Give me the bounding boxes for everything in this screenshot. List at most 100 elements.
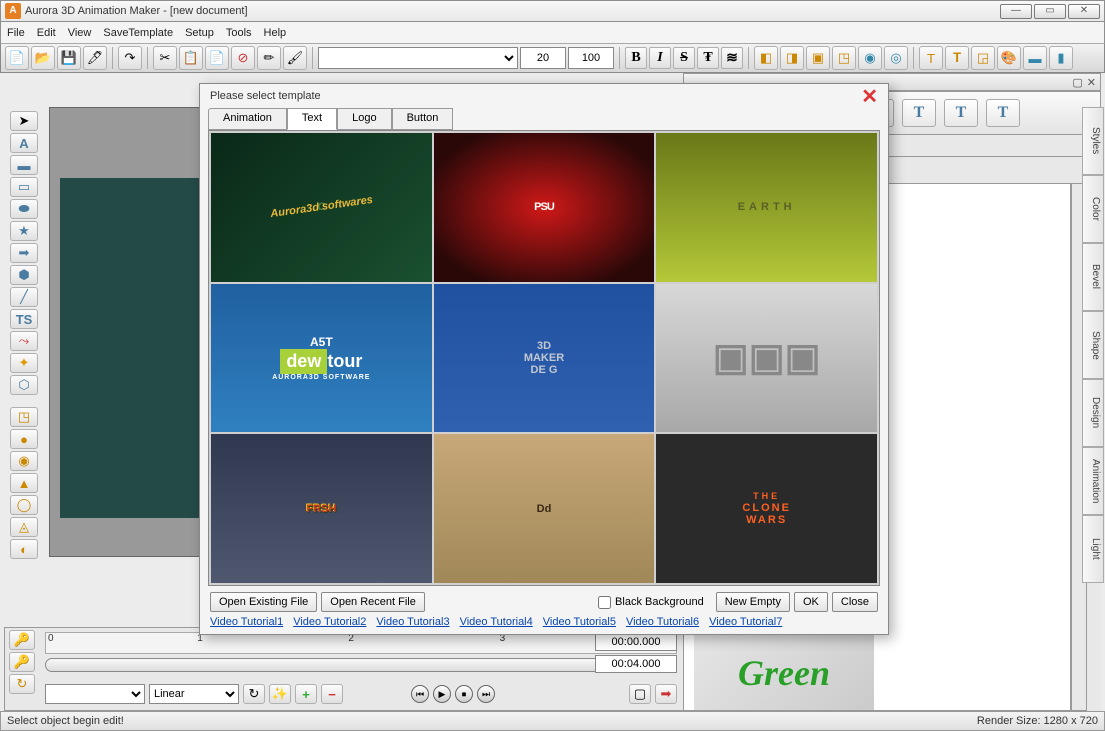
cone-prim-icon[interactable]: ▲ bbox=[10, 473, 38, 493]
bold-button[interactable]: B bbox=[625, 47, 647, 69]
minimize-button[interactable]: — bbox=[1000, 4, 1032, 19]
light-tool-icon[interactable]: ✦ bbox=[10, 353, 38, 373]
tab-logo[interactable]: Logo bbox=[337, 108, 391, 130]
play-icon[interactable]: ▶ bbox=[433, 685, 451, 703]
panel-close-icon[interactable]: ✕ bbox=[1087, 76, 1096, 88]
save-icon[interactable]: 💾 bbox=[57, 46, 81, 70]
box-icon[interactable]: ▮ bbox=[1049, 46, 1073, 70]
torus-prim-icon[interactable]: ◯ bbox=[10, 495, 38, 515]
open-existing-button[interactable]: Open Existing File bbox=[210, 592, 317, 612]
tube-prim-icon[interactable]: ◐ bbox=[10, 539, 38, 559]
cut-icon[interactable]: ✂ bbox=[153, 46, 177, 70]
style-preset-8[interactable]: T bbox=[986, 99, 1020, 127]
panel-float-icon[interactable]: ▢ bbox=[1072, 76, 1082, 88]
roundrect-tool-icon[interactable]: ▭ bbox=[10, 177, 38, 197]
menu-help[interactable]: Help bbox=[264, 27, 287, 39]
font-size-input[interactable]: 20 bbox=[520, 47, 566, 69]
cube-icon[interactable]: ◳ bbox=[832, 46, 856, 70]
timeline-add-icon[interactable]: 🔑 bbox=[9, 652, 35, 672]
menu-file[interactable]: File bbox=[7, 27, 25, 39]
tutorial-link-5[interactable]: Video Tutorial5 bbox=[543, 616, 616, 628]
time-duration[interactable]: 00:04.000 bbox=[595, 655, 677, 673]
template-7[interactable]: FRSH bbox=[211, 434, 432, 583]
side-tab-bevel[interactable]: Bevel bbox=[1082, 243, 1104, 311]
open-icon[interactable]: 📂 bbox=[31, 46, 55, 70]
cube3d-icon[interactable]: ◲ bbox=[971, 46, 995, 70]
goto-start-icon[interactable]: ⏮ bbox=[411, 685, 429, 703]
render-icon[interactable]: ➡ bbox=[655, 684, 677, 704]
saveas-icon[interactable]: 🖊 bbox=[83, 46, 107, 70]
line-tool-icon[interactable]: ╱ bbox=[10, 287, 38, 307]
tutorial-link-7[interactable]: Video Tutorial7 bbox=[709, 616, 782, 628]
tutorial-link-6[interactable]: Video Tutorial6 bbox=[626, 616, 699, 628]
timeline-key-icon[interactable]: 🔑 bbox=[9, 630, 35, 650]
spacing-input[interactable]: 100 bbox=[568, 47, 614, 69]
poly-tool-icon[interactable]: ⬢ bbox=[10, 265, 38, 285]
tutorial-link-3[interactable]: Video Tutorial3 bbox=[376, 616, 449, 628]
pyramid-prim-icon[interactable]: ◬ bbox=[10, 517, 38, 537]
tutorial-link-2[interactable]: Video Tutorial2 bbox=[293, 616, 366, 628]
export-icon[interactable]: ▢ bbox=[629, 684, 651, 704]
template-3[interactable]: EARTH bbox=[656, 133, 877, 282]
svg-tool-icon[interactable]: ⬡ bbox=[10, 375, 38, 395]
paste-icon[interactable]: 📄 bbox=[205, 46, 229, 70]
shape2-icon[interactable]: ◨ bbox=[780, 46, 804, 70]
timeline-object-combo[interactable] bbox=[45, 684, 145, 704]
cylinder-icon[interactable]: ◉ bbox=[858, 46, 882, 70]
stop-icon[interactable]: ⏹ bbox=[455, 685, 473, 703]
side-tab-shape[interactable]: Shape bbox=[1082, 311, 1104, 379]
loop-icon[interactable]: ↻ bbox=[243, 684, 265, 704]
menu-view[interactable]: View bbox=[68, 27, 92, 39]
edit-icon[interactable]: ✏ bbox=[257, 46, 281, 70]
copy-icon[interactable]: 📋 bbox=[179, 46, 203, 70]
path-tool-icon[interactable]: ⤳ bbox=[10, 331, 38, 351]
sphere-prim-icon[interactable]: ● bbox=[10, 429, 38, 449]
cube-prim-icon[interactable]: ◳ bbox=[10, 407, 38, 427]
text3d2-icon[interactable]: 𝐓 bbox=[945, 46, 969, 70]
template-1[interactable]: CAurora3d softwares bbox=[211, 133, 432, 282]
template-6[interactable]: ▣▣▣ bbox=[656, 284, 877, 433]
timeline-ruler[interactable]: 0 1 2 3 4 bbox=[45, 632, 677, 654]
layers-button[interactable]: ≋ bbox=[721, 47, 743, 69]
ellipse-tool-icon[interactable]: ⬬ bbox=[10, 199, 38, 219]
add-key-icon[interactable]: + bbox=[295, 684, 317, 704]
plane-icon[interactable]: ▬ bbox=[1023, 46, 1047, 70]
menu-edit[interactable]: Edit bbox=[37, 27, 56, 39]
dialog-close-icon[interactable]: ✕ bbox=[861, 84, 878, 109]
template-2[interactable]: PSU bbox=[434, 133, 655, 282]
new-icon[interactable]: 📄 bbox=[5, 46, 29, 70]
arrow-tool-icon[interactable]: ➡ bbox=[10, 243, 38, 263]
tutorial-link-4[interactable]: Video Tutorial4 bbox=[460, 616, 533, 628]
italic-button[interactable]: I bbox=[649, 47, 671, 69]
template-5[interactable]: 3D MAKER DE G bbox=[434, 284, 655, 433]
remove-key-icon[interactable]: − bbox=[321, 684, 343, 704]
open-recent-button[interactable]: Open Recent File bbox=[321, 592, 425, 612]
sphere-icon[interactable]: ◎ bbox=[884, 46, 908, 70]
text-tool-icon[interactable]: A bbox=[10, 133, 38, 153]
side-tab-light[interactable]: Light bbox=[1082, 515, 1104, 583]
font-combo[interactable] bbox=[318, 47, 518, 69]
timeline-refresh-icon[interactable]: ↻ bbox=[9, 674, 35, 694]
side-tab-design[interactable]: Design bbox=[1082, 379, 1104, 447]
maximize-button[interactable]: ▭ bbox=[1034, 4, 1066, 19]
color-icon[interactable]: 🎨 bbox=[997, 46, 1021, 70]
time-current[interactable]: 00:00.000 bbox=[595, 633, 677, 651]
side-tab-color[interactable]: Color bbox=[1082, 175, 1104, 243]
tutorial-link-1[interactable]: Video Tutorial1 bbox=[210, 616, 283, 628]
new-empty-button[interactable]: New Empty bbox=[716, 592, 790, 612]
strikethrough-button[interactable]: S bbox=[673, 47, 695, 69]
tab-animation[interactable]: Animation bbox=[208, 108, 287, 130]
side-tab-animation[interactable]: Animation bbox=[1082, 447, 1104, 515]
shape1-icon[interactable]: ◧ bbox=[754, 46, 778, 70]
goto-end-icon[interactable]: ⏭ bbox=[477, 685, 495, 703]
close-button-dialog[interactable]: Close bbox=[832, 592, 878, 612]
style-preset-7[interactable]: T bbox=[944, 99, 978, 127]
style-preset-6[interactable]: T bbox=[902, 99, 936, 127]
rect-tool-icon[interactable]: ▬ bbox=[10, 155, 38, 175]
timeline-scrubber[interactable] bbox=[45, 658, 677, 672]
brush-icon[interactable]: 🖌 bbox=[283, 46, 307, 70]
cylinder-prim-icon[interactable]: ◉ bbox=[10, 451, 38, 471]
template-8[interactable]: Dd bbox=[434, 434, 655, 583]
wand-icon[interactable]: ✨ bbox=[269, 684, 291, 704]
template-9[interactable]: THE CLONE WARS bbox=[656, 434, 877, 583]
